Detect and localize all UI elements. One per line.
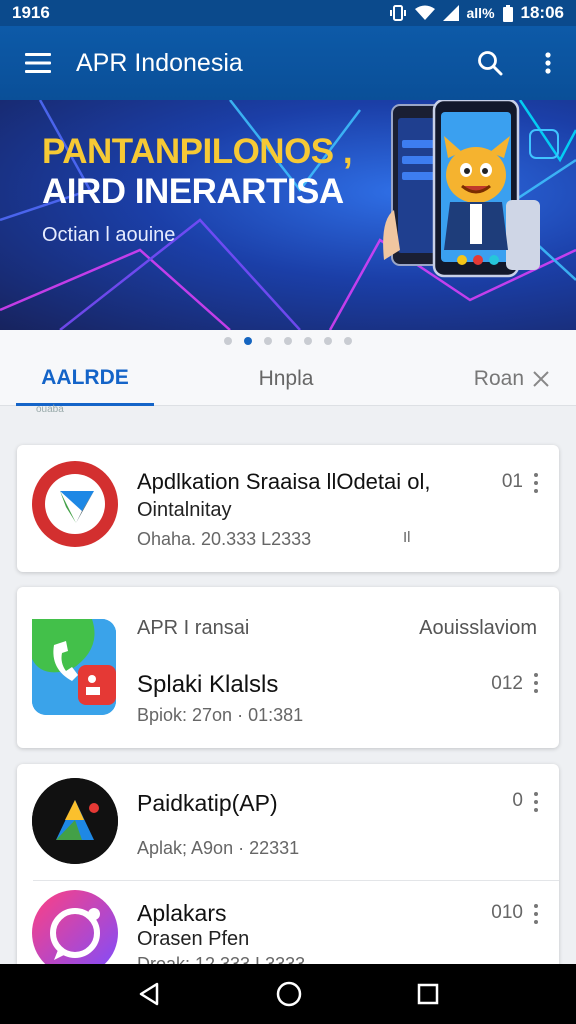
recents-icon[interactable] bbox=[416, 982, 440, 1006]
app-card-3[interactable]: Paidkatip(AP) Aplak; A9on · 22331 0 Apla… bbox=[17, 764, 559, 969]
more-vert-icon[interactable] bbox=[533, 473, 539, 493]
wifi-icon bbox=[414, 5, 435, 21]
app-title: Paidkatip(AP) bbox=[137, 790, 278, 816]
carousel-dot-active[interactable] bbox=[244, 337, 252, 345]
more-vert-icon bbox=[545, 52, 551, 74]
carousel-dot[interactable] bbox=[324, 337, 332, 345]
more-vert-icon[interactable] bbox=[533, 904, 539, 924]
carousel-dot[interactable] bbox=[284, 337, 292, 345]
peek-text: ouaba bbox=[36, 404, 64, 415]
tab-3[interactable]: Roan bbox=[474, 352, 550, 406]
app-title: APR Indonesia bbox=[76, 48, 243, 77]
carousel-dot[interactable] bbox=[224, 337, 232, 345]
battery-text: all% bbox=[466, 5, 495, 21]
app-icon-2 bbox=[32, 619, 116, 715]
card-header-right[interactable]: Aouisslaviom bbox=[419, 617, 537, 640]
app-meta-extra: Il bbox=[403, 529, 411, 546]
app-count: 010 bbox=[491, 902, 523, 923]
signal-icon bbox=[442, 5, 459, 21]
status-bar: 1916 all% 18:06 bbox=[0, 0, 576, 26]
divider bbox=[33, 880, 559, 881]
menu-button[interactable] bbox=[0, 26, 76, 100]
card-header-left: APR I ransai bbox=[137, 617, 250, 639]
vibrate-icon bbox=[389, 4, 407, 22]
status-clock: 18:06 bbox=[520, 3, 564, 22]
search-button[interactable] bbox=[460, 26, 520, 100]
carousel-dot[interactable] bbox=[344, 337, 352, 345]
system-nav-bar bbox=[0, 964, 576, 1024]
app-meta: Ohaha. 20.333 L2333 bbox=[137, 529, 312, 549]
app-title: Splaki Klalsls bbox=[137, 671, 279, 698]
tab-3-label: Roan bbox=[473, 367, 524, 390]
search-icon bbox=[478, 51, 503, 76]
app-icon-4 bbox=[32, 890, 118, 969]
banner-subtitle: Octian l aouine bbox=[42, 224, 176, 246]
banner-headline-1: PANTANPILONOS , bbox=[42, 132, 353, 171]
app-subtitle: Orasen Pfen bbox=[137, 928, 250, 950]
carousel-dot[interactable] bbox=[264, 337, 272, 345]
home-icon[interactable] bbox=[275, 980, 303, 1008]
app-meta: Aplak; A9on · 22331 bbox=[137, 838, 300, 858]
overflow-menu-button[interactable] bbox=[520, 26, 576, 100]
banner-headline-2: AIRD INERARTISA bbox=[42, 172, 344, 211]
close-icon[interactable] bbox=[532, 370, 550, 388]
app-count: 01 bbox=[501, 471, 523, 492]
tab-2[interactable]: Hnpla bbox=[226, 352, 346, 406]
app-icon-1 bbox=[32, 461, 118, 547]
app-count: 0 bbox=[512, 790, 523, 811]
app-title: Aplakars bbox=[137, 900, 227, 926]
promo-banner[interactable]: PANTANPILONOS , AIRD INERARTISA Octian l… bbox=[0, 100, 576, 330]
app-card-2[interactable]: APR I ransai Aouisslaviom Splaki Klalsls… bbox=[17, 587, 559, 748]
app-icon-3 bbox=[32, 778, 118, 864]
more-vert-icon[interactable] bbox=[533, 673, 539, 693]
app-title: Apdlkation Sraaisa llOdetai ol, bbox=[137, 469, 431, 494]
app-count: 012 bbox=[491, 673, 523, 694]
tab-bar: AALRDE Hnpla Roan bbox=[0, 352, 576, 406]
carousel-indicator[interactable] bbox=[0, 330, 576, 352]
battery-icon bbox=[502, 4, 513, 22]
tab-1[interactable]: AALRDE bbox=[16, 352, 154, 406]
hamburger-icon bbox=[25, 53, 51, 73]
app-bar: APR Indonesia bbox=[0, 26, 576, 100]
status-time-left: 1916 bbox=[12, 3, 50, 22]
back-icon[interactable] bbox=[136, 981, 162, 1007]
more-vert-icon[interactable] bbox=[533, 792, 539, 812]
app-subtitle: Ointalnitay bbox=[137, 499, 232, 521]
app-card-1[interactable]: Apdlkation Sraaisa llOdetai ol, Ointalni… bbox=[17, 445, 559, 572]
app-meta: Bpiok: 27on · 01:381 bbox=[137, 705, 304, 725]
carousel-dot[interactable] bbox=[304, 337, 312, 345]
